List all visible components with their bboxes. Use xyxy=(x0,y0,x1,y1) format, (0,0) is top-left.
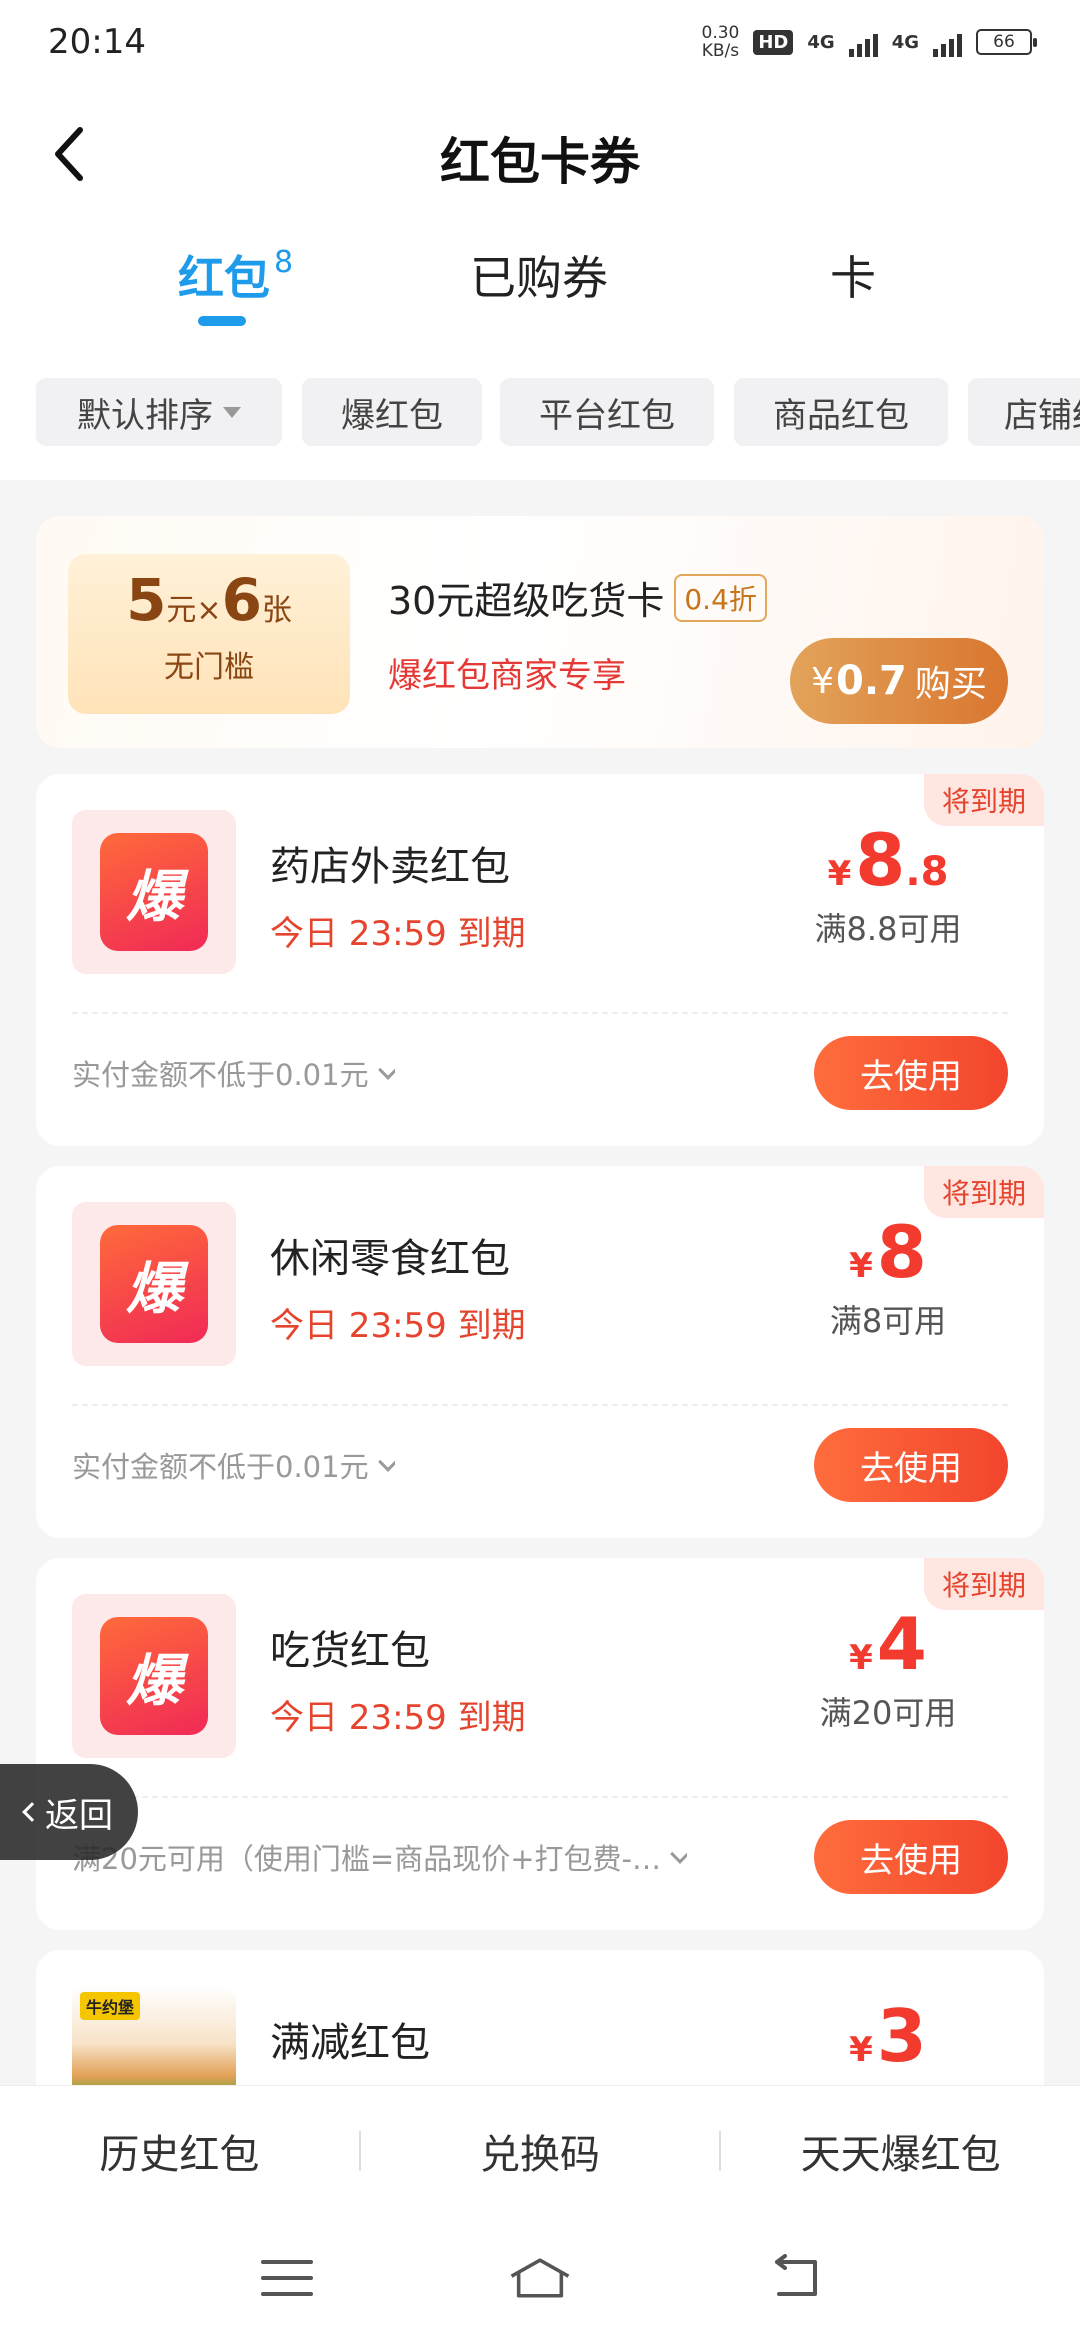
network-4g-label: 4G xyxy=(807,31,835,53)
filter-bao[interactable]: 爆红包 xyxy=(302,378,482,446)
use-button[interactable]: 去使用 xyxy=(814,1428,1008,1502)
tab-card[interactable]: 卡 xyxy=(830,242,876,308)
coupon-expire: 今日 23:59 到期 xyxy=(270,914,526,954)
tab-indicator xyxy=(198,316,246,326)
coupon-card: 牛约堡 满减红包 ¥3 xyxy=(36,1950,1044,2085)
coupon-amount: ¥8.8 xyxy=(827,818,949,902)
hd-icon: HD xyxy=(753,29,794,55)
promo-badge: 5元×6张 无门槛 xyxy=(68,554,350,714)
chevron-left-icon xyxy=(22,1802,42,1822)
coupon-rule[interactable]: 实付金额不低于0.01元 xyxy=(72,1052,395,1094)
coupon-expire: 今日 23:59 到期 xyxy=(270,1698,526,1738)
chevron-down-icon xyxy=(377,1060,395,1080)
tab-hongbao[interactable]: 红包 8 xyxy=(178,242,293,308)
tab-bar: 红包 8 已购券 卡 xyxy=(0,224,1080,354)
discount-badge: 0.4折 xyxy=(674,573,767,622)
status-time: 20:14 xyxy=(48,22,146,62)
coupon-icon: 牛约堡 xyxy=(72,1986,236,2085)
divider xyxy=(72,1404,1008,1406)
caret-down-icon xyxy=(223,406,241,418)
expiring-tag: 将到期 xyxy=(923,1166,1044,1218)
promo-desc: 爆红包商家专享 xyxy=(388,656,626,696)
expiring-tag: 将到期 xyxy=(923,774,1044,826)
filter-platform[interactable]: 平台红包 xyxy=(500,378,714,446)
coupon-amount: ¥3 xyxy=(849,1994,927,2078)
coupon-card: 将到期 爆 休闲零食红包 今日 23:59 到期 ¥8 满8可用 实付金额不低于… xyxy=(36,1166,1044,1538)
divider xyxy=(72,1012,1008,1014)
history-hongbao-link[interactable]: 历史红包 xyxy=(0,2122,359,2180)
redeem-code-link[interactable]: 兑换码 xyxy=(361,2122,720,2180)
promo-name: 30元超级吃货卡 0.4折 xyxy=(388,570,767,625)
network-4g-label-2: 4G xyxy=(891,31,919,53)
coupon-icon: 爆 xyxy=(72,810,236,974)
return-icon[interactable] xyxy=(761,2246,825,2310)
coupon-amount: ¥4 xyxy=(849,1602,927,1686)
use-button[interactable]: 去使用 xyxy=(814,1820,1008,1894)
coupon-card: 将到期 爆 药店外卖红包 今日 23:59 到期 ¥8.8 满8.8可用 实付金… xyxy=(36,774,1044,1146)
battery-icon: 66 xyxy=(976,29,1037,55)
signal-icon-2 xyxy=(933,27,962,57)
brand-logo: 牛约堡 xyxy=(80,1992,141,2020)
use-button[interactable]: 去使用 xyxy=(814,1036,1008,1110)
coupon-list: 5元×6张 无门槛 30元超级吃货卡 0.4折 爆红包商家专享 ¥0.7 购买 将… xyxy=(0,480,1080,2085)
coupon-rule[interactable]: 实付金额不低于0.01元 xyxy=(72,1444,395,1486)
tab-badge: 8 xyxy=(274,244,294,280)
coupon-amount: ¥8 xyxy=(849,1210,927,1294)
floating-back-button[interactable]: 返回 xyxy=(0,1764,138,1860)
promo-threshold: 无门槛 xyxy=(164,650,254,685)
buy-button[interactable]: ¥0.7 购买 xyxy=(790,638,1008,724)
promo-card[interactable]: 5元×6张 无门槛 30元超级吃货卡 0.4折 爆红包商家专享 ¥0.7 购买 xyxy=(36,516,1044,748)
coupon-condition: 满8可用 xyxy=(829,1302,947,1340)
divider xyxy=(72,1796,1008,1798)
page-title: 红包卡券 xyxy=(440,133,640,191)
network-speed: 0.30 KB/s xyxy=(701,23,740,61)
bottom-bar: 历史红包 兑换码 天天爆红包 xyxy=(0,2085,1080,2215)
coupon-name: 药店外卖红包 xyxy=(270,844,510,890)
coupon-rule[interactable]: 满20元可用（使用门槛=商品现价+打包费-… xyxy=(72,1836,687,1878)
bao-icon: 爆 xyxy=(100,833,208,951)
status-icons: 0.30 KB/s HD 4G 4G 66 xyxy=(701,23,1037,61)
coupon-name: 休闲零食红包 xyxy=(270,1236,510,1282)
coupon-name: 满减红包 xyxy=(270,2020,430,2066)
bao-icon: 爆 xyxy=(100,1617,208,1735)
chevron-down-icon xyxy=(670,1844,687,1864)
expiring-tag: 将到期 xyxy=(923,1558,1044,1610)
header: 红包卡券 xyxy=(0,84,1080,224)
coupon-expire: 今日 23:59 到期 xyxy=(270,1306,526,1346)
coupon-icon: 爆 xyxy=(72,1202,236,1366)
filter-bar: 默认排序 爆红包 平台红包 商品红包 店铺红包 xyxy=(0,354,1080,480)
filter-store[interactable]: 店铺红包 xyxy=(968,378,1080,446)
coupon-condition: 满8.8可用 xyxy=(814,910,962,948)
status-bar: 20:14 0.30 KB/s HD 4G 4G 66 xyxy=(0,0,1080,84)
coupon-card: 将到期 爆 吃货红包 今日 23:59 到期 ¥4 满20可用 满20元可用（使… xyxy=(36,1558,1044,1930)
chevron-down-icon xyxy=(377,1452,395,1472)
coupon-name: 吃货红包 xyxy=(270,1628,430,1674)
filter-sort[interactable]: 默认排序 xyxy=(36,378,282,446)
coupon-condition: 满20可用 xyxy=(819,1694,957,1732)
home-icon[interactable] xyxy=(508,2246,572,2310)
system-nav-bar xyxy=(0,2215,1080,2340)
tab-purchased[interactable]: 已购券 xyxy=(470,242,608,308)
filter-product[interactable]: 商品红包 xyxy=(734,378,948,446)
coupon-icon: 爆 xyxy=(72,1594,236,1758)
signal-icon xyxy=(848,27,878,57)
daily-bao-link[interactable]: 天天爆红包 xyxy=(721,2122,1080,2180)
bao-icon: 爆 xyxy=(100,1225,208,1343)
menu-icon[interactable] xyxy=(255,2246,319,2310)
